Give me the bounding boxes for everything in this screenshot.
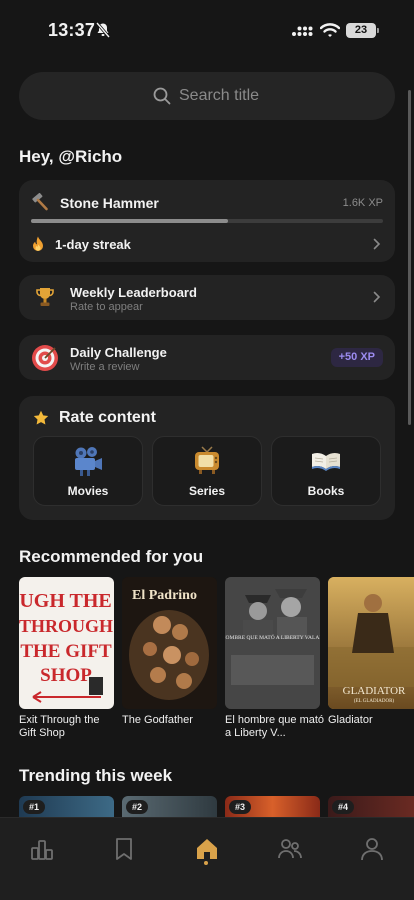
tv-icon	[195, 446, 219, 474]
recommended-heading: Recommended for you	[19, 547, 204, 566]
poster-art: El Padrino	[122, 577, 217, 709]
trending-rank-badge: #4	[332, 800, 355, 814]
wifi-icon	[320, 23, 340, 37]
poster-text: EL HOMBRE QUE MATÓ A LIBERTY VALANCE	[225, 633, 320, 641]
poster-art: GLADIATOR (EL GLADIADOR)	[328, 577, 414, 709]
leaderboard-subtitle: Rate to appear	[70, 301, 143, 313]
xp-progress-fill	[31, 219, 229, 223]
chevron-right-icon	[373, 238, 381, 250]
poster-subtext: (EL GLADIADOR)	[354, 699, 395, 704]
rate-series-button[interactable]: Series	[152, 436, 262, 506]
xp-progress-bar	[31, 219, 383, 223]
profile-icon[interactable]	[359, 836, 385, 862]
home-icon[interactable]	[194, 836, 220, 862]
poster-text: El Padrino	[132, 588, 197, 603]
rate-content-card: Rate content Movies Series Books	[19, 396, 395, 520]
search-input[interactable]	[179, 86, 329, 106]
rate-series-label: Series	[188, 484, 226, 498]
weekly-leaderboard-card[interactable]: Weekly Leaderboard Rate to appear	[19, 275, 395, 320]
rate-books-button[interactable]: Books	[271, 436, 381, 506]
poster-art: EL HOMBRE QUE MATÓ A LIBERTY VALANCE	[225, 577, 320, 709]
daily-challenge-subtitle: Write a review	[70, 361, 140, 373]
greeting-heading: Hey, @Richo	[19, 147, 123, 166]
cellular-signal-icon	[292, 26, 313, 36]
daily-challenge-card[interactable]: Daily Challenge Write a review +50 XP	[19, 335, 395, 380]
battery-indicator: 23	[346, 23, 379, 38]
poster-gladiator[interactable]: GLADIATOR (EL GLADIADOR)	[328, 577, 414, 709]
trending-rank-badge: #3	[229, 800, 252, 814]
trending-rank-badge: #2	[126, 800, 149, 814]
rate-movies-button[interactable]: Movies	[33, 436, 143, 506]
film-camera-icon	[75, 447, 102, 476]
rate-movies-label: Movies	[67, 484, 109, 498]
svg-text:THROUGH: THROUGH	[19, 616, 113, 636]
poster-exit-through-the-gift-shop[interactable]: EXIT THROUGH THE GIFT SHOP THROUGH THE G…	[19, 577, 114, 709]
poster-title: The Godfather	[122, 714, 193, 726]
trending-heading: Trending this week	[19, 766, 173, 785]
bell-muted-icon	[96, 22, 110, 38]
daily-challenge-title: Daily Challenge	[70, 345, 167, 360]
status-time: 13:37	[48, 20, 96, 40]
target-icon	[32, 345, 58, 371]
bookmark-icon[interactable]	[111, 836, 137, 862]
chevron-right-icon	[373, 291, 381, 303]
star-icon	[33, 410, 49, 425]
friends-icon[interactable]	[277, 836, 303, 862]
bar-chart-icon[interactable]	[29, 836, 55, 862]
poster-art: EXIT THROUGH THE GIFT SHOP THROUGH THE G…	[19, 590, 114, 703]
tab-bar	[0, 817, 414, 900]
svg-text:THE GIFT: THE GIFT	[20, 641, 112, 662]
rate-books-label: Books	[307, 484, 345, 498]
flame-icon	[33, 236, 43, 251]
active-tab-indicator	[204, 861, 208, 865]
trending-rank-badge: #1	[23, 800, 46, 814]
poster-el-hombre-que-mato-a-liberty-valance[interactable]: EL HOMBRE QUE MATÓ A LIBERTY VALANCE	[225, 577, 320, 709]
leaderboard-title: Weekly Leaderboard	[70, 285, 197, 300]
search-bar[interactable]	[19, 72, 395, 120]
poster-text: GLADIATOR	[343, 685, 406, 697]
rank-progress-card[interactable]: Stone Hammer 1.6K XP 1-day streak	[19, 180, 395, 262]
poster-the-godfather[interactable]: El Padrino	[122, 577, 217, 709]
open-book-icon	[312, 452, 340, 471]
search-icon	[153, 87, 171, 105]
rank-name: Stone Hammer	[60, 195, 159, 211]
poster-title: Exit Through the Gift Shop	[19, 714, 100, 739]
trophy-icon	[36, 288, 54, 306]
poster-title: El hombre que mató a Liberty V...	[225, 714, 325, 739]
poster-title: Gladiator	[328, 714, 373, 726]
rate-content-title: Rate content	[59, 409, 156, 426]
poster-text: EXIT THROUGH THE GIFT SHOP	[19, 590, 114, 612]
status-bar: 13:37 23	[0, 0, 414, 62]
xp-reward-badge: +50 XP	[330, 348, 383, 367]
svg-text:SHOP: SHOP	[40, 665, 92, 686]
streak-label: 1-day streak	[55, 237, 131, 252]
xp-total: 1.6K XP	[342, 197, 383, 209]
scrollbar[interactable]	[408, 90, 411, 425]
hammer-icon	[32, 193, 48, 211]
